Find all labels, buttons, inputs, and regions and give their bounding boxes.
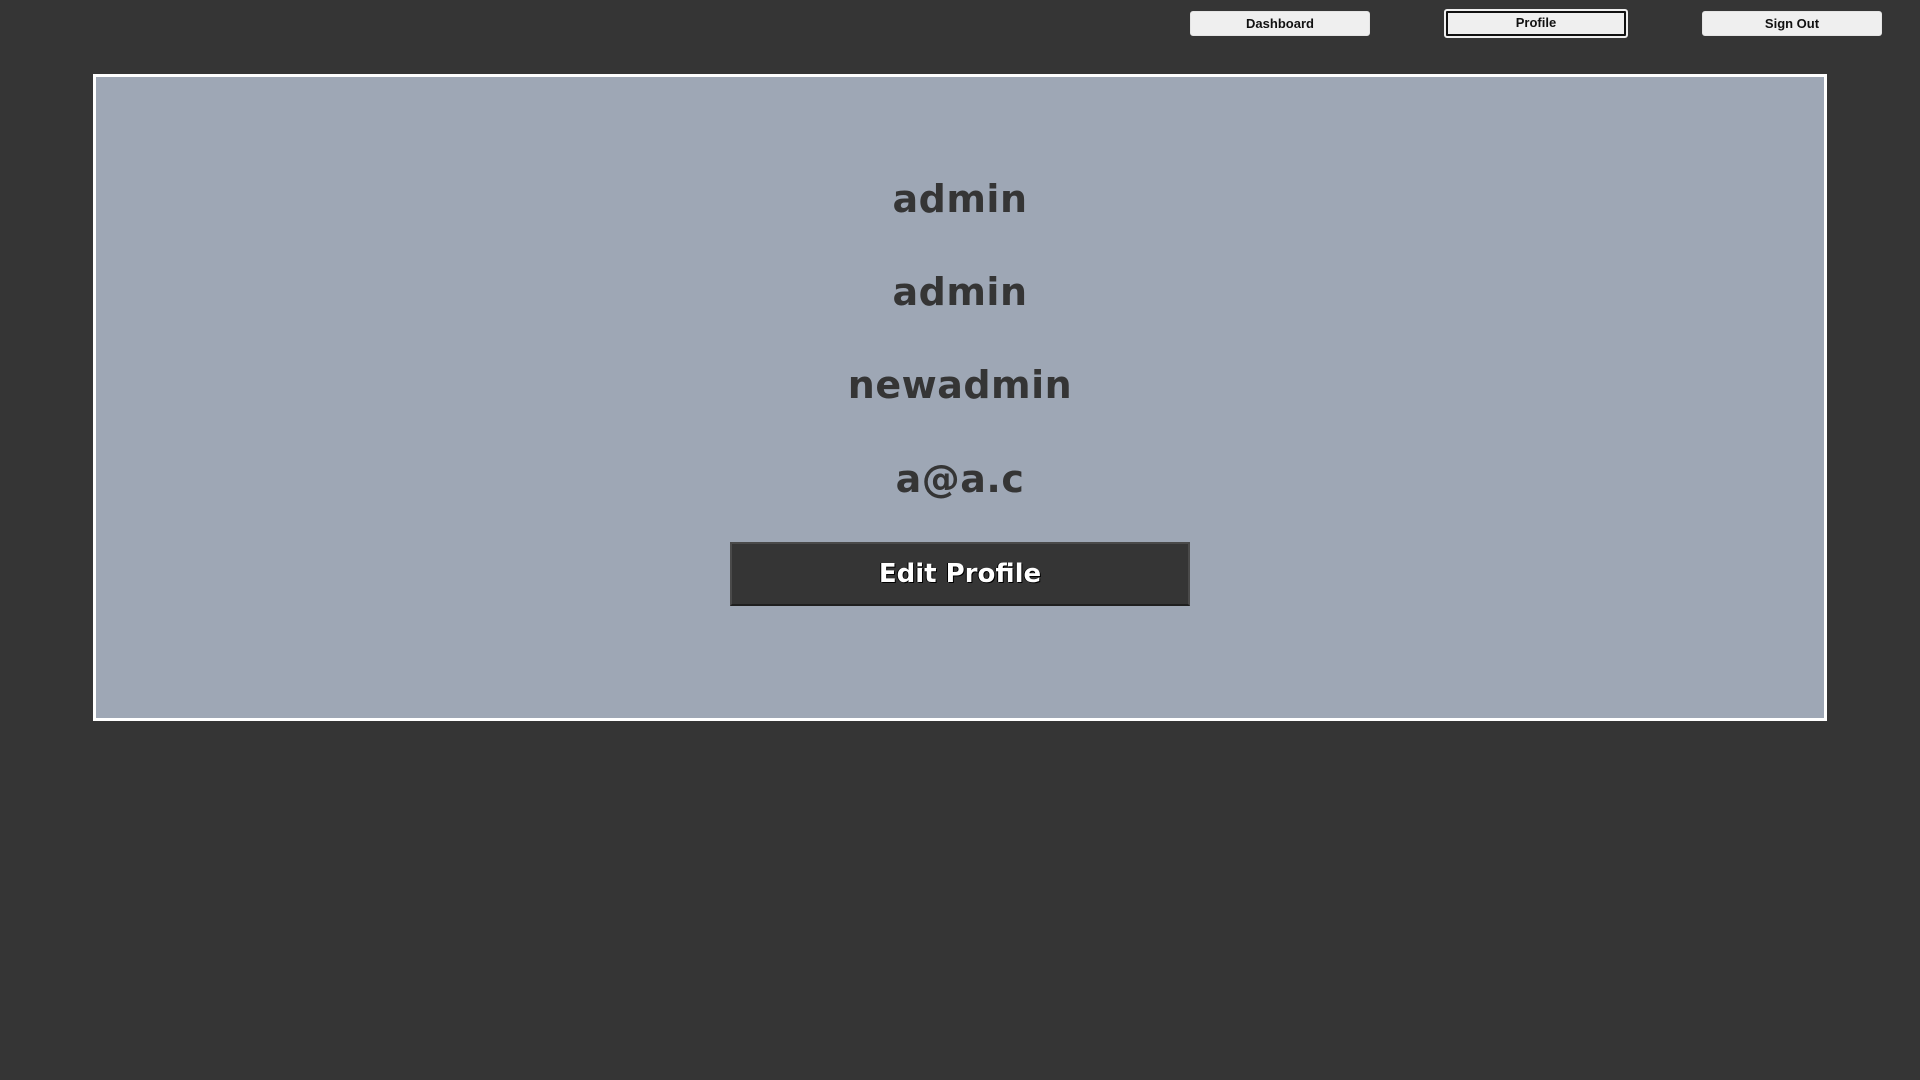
- profile-field-2: admin: [892, 270, 1028, 314]
- profile-panel: admin admin newadmin a@a.c Edit Profile: [93, 74, 1827, 721]
- sign-out-button[interactable]: Sign Out: [1702, 11, 1882, 36]
- profile-button[interactable]: Profile: [1444, 9, 1628, 38]
- dashboard-button[interactable]: Dashboard: [1190, 11, 1370, 36]
- profile-field-1: admin: [892, 177, 1028, 221]
- profile-field-email: a@a.c: [895, 457, 1025, 501]
- profile-field-username: newadmin: [847, 363, 1073, 407]
- top-nav: Dashboard Profile Sign Out: [0, 0, 1920, 48]
- edit-profile-button[interactable]: Edit Profile: [730, 542, 1190, 606]
